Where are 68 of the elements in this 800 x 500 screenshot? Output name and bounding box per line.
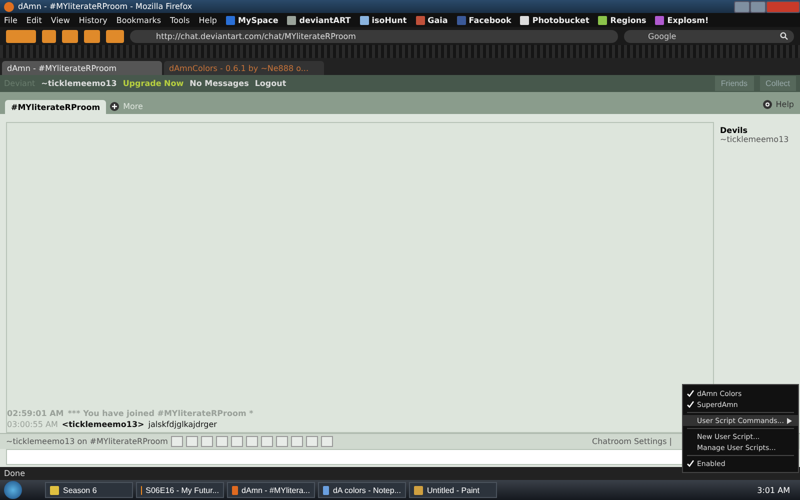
format-icon[interactable]	[306, 436, 318, 447]
bookmark-link[interactable]: Explosm!	[667, 16, 709, 24]
username-link[interactable]: ~ticklemeemo13	[41, 79, 117, 88]
browser-tab[interactable]: dAmnColors - 0.6.1 by ~Ne888 o...	[164, 61, 324, 75]
toolbar-icon[interactable]	[42, 30, 56, 42]
taskbar-button[interactable]: dA colors - Notep...	[318, 482, 406, 498]
message-time: 02:59:01 AM	[7, 409, 64, 418]
format-icon[interactable]	[320, 436, 333, 447]
message-text: *** You have joined #MYliterateRProom *	[68, 409, 254, 418]
firefox-icon	[4, 2, 14, 12]
toolbar-icon[interactable]	[106, 30, 124, 42]
bookmark-link[interactable]: Photobucket	[532, 16, 590, 24]
message-text: jalskfdjglkajdrger	[148, 420, 217, 429]
bookmark-link[interactable]: isoHunt	[372, 16, 407, 24]
format-icon[interactable]	[290, 436, 303, 447]
maximize-button[interactable]	[750, 0, 766, 12]
member-name[interactable]: ~ticklemeemo13	[720, 135, 794, 144]
taskbar-button[interactable]: Season 6	[45, 482, 133, 498]
message-user: <ticklemeemo13>	[62, 420, 144, 429]
menu-item[interactable]: View	[50, 16, 70, 24]
format-icon[interactable]	[186, 436, 198, 447]
help-icon[interactable]	[762, 100, 772, 109]
taskbar-button[interactable]: Untitled - Paint	[409, 482, 497, 498]
toolbar-icon[interactable]	[62, 30, 78, 42]
bookmark-link[interactable]: Gaia	[428, 16, 448, 24]
nav-link[interactable]: No Messages	[190, 79, 249, 88]
menu-item[interactable]: History	[78, 16, 108, 24]
menu-item[interactable]: Edit	[26, 16, 42, 24]
plus-icon[interactable]	[110, 102, 120, 111]
chatroom-tab[interactable]: #MYliterateRProom	[5, 100, 106, 114]
taskbar-button[interactable]: S06E16 - My Futur...	[136, 482, 224, 498]
format-icon[interactable]	[170, 436, 183, 447]
settings-link[interactable]: Chatroom Settings |	[592, 437, 672, 446]
format-icon[interactable]	[200, 436, 213, 447]
message-time: 03:00:55 AM	[7, 420, 58, 429]
format-icon[interactable]	[276, 436, 288, 447]
format-icon[interactable]	[246, 436, 258, 447]
submenu-arrow-icon	[787, 418, 792, 424]
nav-link[interactable]: Upgrade Now	[122, 79, 184, 88]
search-field[interactable]: Google	[624, 30, 794, 42]
bookmark-link[interactable]: MySpace	[238, 16, 278, 24]
room-label: ~ticklemeemo13 on #MYliterateRProom	[6, 437, 168, 446]
toolbar-icon[interactable]	[6, 30, 36, 42]
status-text: Done	[4, 469, 26, 478]
menu-item[interactable]: Bookmarks	[116, 16, 162, 24]
check-icon	[687, 460, 694, 467]
format-icon[interactable]	[216, 436, 228, 447]
toolbar-icon[interactable]	[84, 30, 100, 42]
search-icon[interactable]	[780, 32, 788, 40]
format-icon[interactable]	[260, 436, 273, 447]
start-button[interactable]	[4, 481, 22, 499]
help-link[interactable]: Help	[776, 100, 800, 114]
menu-item[interactable]: File	[4, 16, 18, 24]
bookmark-link[interactable]: Regions	[610, 16, 646, 24]
menu-item[interactable]: Help	[198, 16, 218, 24]
menu-item[interactable]: Tools	[170, 16, 190, 24]
address-field[interactable]: http://chat.deviantart.com/chat/MYliterateRProom	[130, 30, 618, 42]
clock: 3:01 AM	[757, 486, 791, 494]
member-group: Devils	[720, 126, 794, 135]
browser-tab[interactable]: dAmn - #MYliterateRProom	[2, 61, 162, 75]
nav-link[interactable]: Logout	[254, 79, 286, 88]
format-icon[interactable]	[230, 436, 243, 447]
bookmark-link[interactable]: deviantART	[299, 16, 351, 24]
close-button[interactable]	[766, 0, 800, 12]
window-title: dAmn - #MYliterateRProom - Mozilla Firefox	[18, 2, 194, 11]
bookmark-link[interactable]: Facebook	[468, 16, 512, 24]
minimize-button[interactable]	[734, 0, 750, 12]
taskbar-button[interactable]: dAmn - #MYlitera...	[227, 482, 315, 498]
